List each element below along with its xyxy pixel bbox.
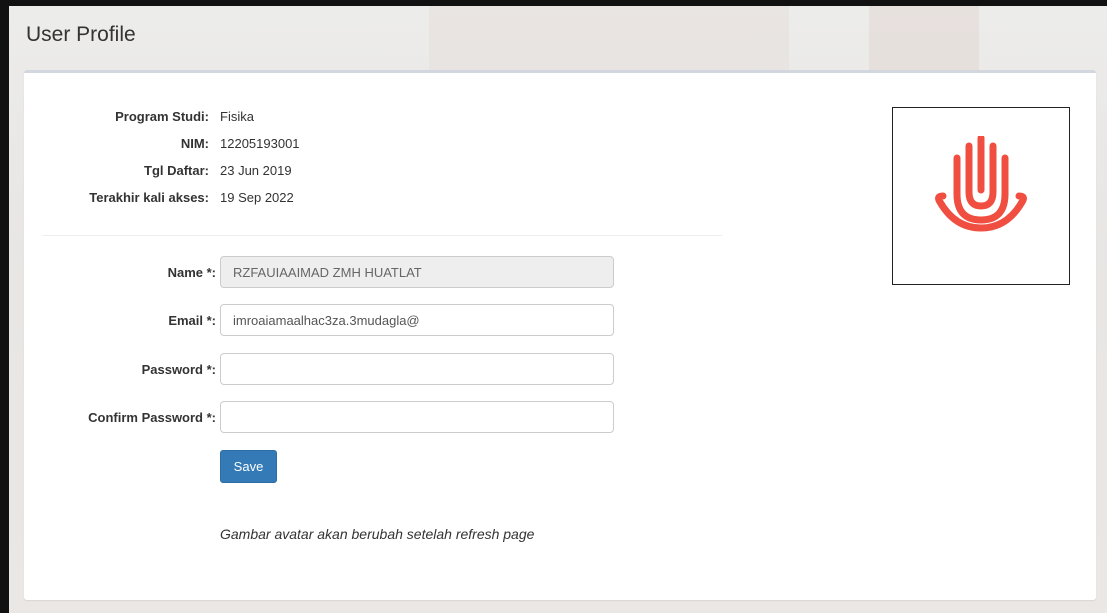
confirm-password-label: Confirm Password *: [88, 410, 216, 425]
info-value: 12205193001 [220, 136, 300, 151]
name-field [220, 256, 614, 288]
info-row-nim: NIM: 12205193001 [24, 136, 424, 156]
email-field[interactable] [220, 304, 614, 336]
page-title: User Profile [26, 23, 136, 46]
profile-panel: Program Studi: Fisika NIM: 12205193001 T… [24, 70, 1096, 600]
info-row-tgl-daftar: Tgl Daftar: 23 Jun 2019 [24, 163, 424, 183]
background-decoration [429, 6, 789, 76]
info-label: Terakhir kali akses: [89, 190, 209, 205]
email-label: Email *: [168, 313, 216, 328]
avatar-refresh-note: Gambar avatar akan berubah setelah refre… [220, 526, 535, 542]
info-value: Fisika [220, 109, 254, 124]
background-decoration [869, 6, 979, 76]
app-window: User Profile Program Studi: Fisika NIM: … [0, 0, 1107, 613]
info-row-terakhir-akses: Terakhir kali akses: 19 Sep 2022 [24, 190, 424, 210]
name-label: Name *: [167, 265, 216, 280]
info-row-program-studi: Program Studi: Fisika [24, 109, 424, 129]
password-label: Password *: [141, 362, 216, 377]
divider [42, 235, 722, 236]
info-label: Tgl Daftar: [144, 163, 209, 178]
info-value: 19 Sep 2022 [220, 190, 294, 205]
info-value: 23 Jun 2019 [220, 163, 292, 178]
hand-icon [935, 136, 1027, 232]
info-label: NIM: [180, 136, 209, 151]
save-button[interactable]: Save [220, 450, 277, 483]
password-field[interactable] [220, 353, 614, 385]
info-label: Program Studi: [115, 109, 209, 124]
confirm-password-field[interactable] [220, 401, 614, 433]
avatar [892, 107, 1070, 285]
